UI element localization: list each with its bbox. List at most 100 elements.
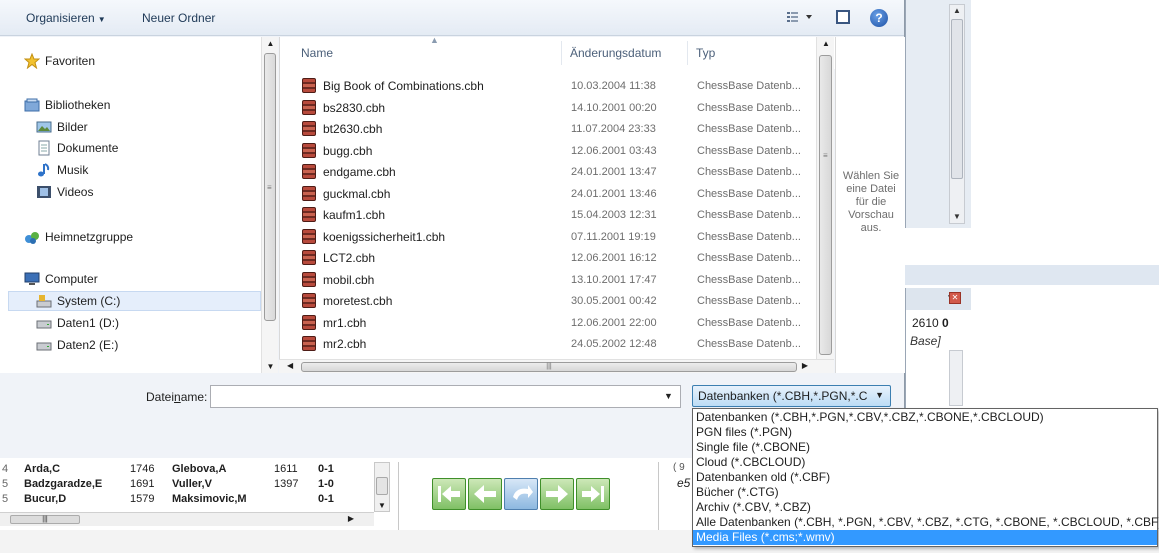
file-row[interactable]: bs2830.cbh 14.10.2001 00:20 ChessBase Date… (280, 97, 820, 119)
system-drive-icon (36, 293, 52, 309)
file-row[interactable]: mr1.cbh 12.06.2001 22:00 ChessBase Datenb.… (280, 312, 820, 334)
table-row[interactable]: 4 Arda,C 1746 Glebova,A 1611 0-1 (0, 463, 370, 478)
table-row[interactable]: 5 Bucur,D 1579 Maksimovic,M 0-1 (0, 493, 370, 508)
scroll-thumb[interactable] (376, 477, 388, 495)
next-move-button[interactable] (540, 478, 574, 510)
nav-item-music[interactable]: Musik (36, 160, 88, 180)
nav-item-pictures[interactable]: Bilder (36, 117, 88, 137)
file-row[interactable]: LCT2.cbh 12.06.2001 16:12 ChessBase Datenb… (280, 247, 820, 269)
file-row[interactable]: mobil.cbh 13.10.2001 17:47 ChessBase Daten… (280, 269, 820, 291)
file-row[interactable]: bt2630.cbh 11.07.2004 23:33 ChessBase Date… (280, 118, 820, 140)
new-folder-button[interactable]: Neuer Ordner (142, 11, 215, 25)
subwindow-scrollbar[interactable] (949, 350, 963, 406)
previous-move-button[interactable] (468, 478, 502, 510)
file-type-option[interactable]: Cloud (*.CBCLOUD) (693, 455, 1157, 470)
chessbase-file-icon (302, 336, 316, 351)
subwindow-close-icon[interactable]: ✕ (949, 292, 961, 304)
undo-move-button[interactable] (504, 478, 538, 510)
nav-item-libraries[interactable]: Bibliotheken (24, 95, 110, 115)
filename-history-dropdown-icon[interactable]: ▼ (664, 391, 673, 401)
file-type-option[interactable]: Datenbanken (*.CBH,*.PGN,*.CBV,*.CBZ,*.C… (693, 410, 1157, 425)
file-row[interactable]: Big Book of Combinations.cbh 10.03.2004 1… (280, 75, 820, 97)
scroll-left-icon[interactable]: ◀ (287, 361, 293, 370)
column-divider[interactable] (561, 41, 562, 65)
file-type-option[interactable]: Bücher (*.CTG) (693, 485, 1157, 500)
scroll-thumb[interactable] (819, 55, 832, 355)
file-row[interactable]: kaufm1.cbh 15.04.2003 12:31 ChessBase Date… (280, 204, 820, 226)
file-type-option[interactable]: Alle Datenbanken (*.CBH, *.PGN, *.CBV, *… (693, 515, 1159, 530)
preview-pane-button[interactable] (836, 10, 850, 24)
file-type-select[interactable]: Datenbanken (*.CBH,*.PGN,*.C ▼ (692, 385, 891, 407)
column-date-header[interactable]: Änderungsdatum (570, 46, 661, 60)
scroll-thumb[interactable] (951, 19, 963, 179)
chessbase-file-icon (302, 271, 316, 287)
scroll-right-icon[interactable]: ▶ (348, 514, 354, 523)
nav-item-drive-e[interactable]: Daten2 (E:) (36, 335, 118, 355)
file-date: 11.07.2004 23:33 (571, 123, 656, 135)
column-divider[interactable] (687, 41, 688, 65)
file-row[interactable]: moretest.cbh 30.05.2001 00:42 ChessBase Da… (280, 290, 820, 312)
background-tab-strip (905, 265, 1159, 285)
nav-item-drive-c[interactable]: System (C:) (8, 291, 261, 311)
nav-label: Videos (57, 185, 94, 199)
filename-input[interactable] (210, 385, 681, 408)
scroll-thumb[interactable]: ||| (10, 515, 80, 524)
views-button[interactable] (786, 10, 818, 26)
chessbase-file-icon (302, 207, 316, 222)
file-open-dialog: Organisieren ▼ Neuer Ordner ? Favoriten B… (0, 0, 905, 458)
scroll-up-icon[interactable]: ▲ (817, 39, 835, 48)
file-type-option[interactable]: PGN files (*.PGN) (693, 425, 1157, 440)
white-player: Arda,C (24, 463, 61, 475)
organize-label: Organisieren (26, 11, 95, 25)
file-row[interactable]: koenigssicherheit1.cbh 07.11.2001 19:19 Ch… (280, 226, 820, 248)
nav-label: Dokumente (57, 141, 119, 155)
file-type-option[interactable]: Single file (*.CBONE) (693, 440, 1157, 455)
background-scrollbar[interactable]: ▲ ▼ (949, 4, 965, 224)
navigation-pane: Favoriten Bibliotheken Bilder Dokumente … (0, 37, 278, 373)
scroll-up-icon[interactable]: ▲ (262, 39, 279, 48)
organize-button[interactable]: Organisieren ▼ (26, 11, 106, 25)
file-row[interactable]: guckmal.cbh 24.01.2001 13:46 ChessBase Dat… (280, 183, 820, 205)
games-horizontal-scrollbar[interactable]: ||| ▶ (0, 512, 374, 526)
column-type-header[interactable]: Typ (696, 46, 715, 60)
file-list-horizontal-scrollbar[interactable]: ◀ ||| ▶ (279, 359, 834, 373)
last-move-button[interactable] (576, 478, 610, 510)
file-type-option[interactable]: Archiv (*.CBV, *.CBZ) (693, 500, 1157, 515)
file-type: ChessBase Datenb... (697, 123, 801, 135)
dialog-toolbar: Organisieren ▼ Neuer Ordner ? (0, 0, 904, 36)
scroll-down-icon[interactable]: ▼ (950, 211, 964, 223)
help-icon[interactable]: ? (870, 9, 888, 27)
first-move-button[interactable] (432, 478, 466, 510)
chessbase-file-icon (302, 293, 316, 308)
scroll-right-icon[interactable]: ▶ (802, 361, 808, 370)
file-name: mobil.cbh (323, 272, 375, 287)
black-player: Vuller,V (172, 478, 212, 490)
file-type-option[interactable]: Media Files (*.cms;*.wmv) (693, 530, 1157, 545)
scroll-down-icon[interactable]: ▼ (375, 501, 389, 510)
navigation-scrollbar[interactable]: ▲ ≡ ▼ (261, 37, 278, 373)
scroll-down-icon[interactable]: ▼ (262, 362, 279, 371)
chevron-down-icon: ▼ (875, 390, 884, 400)
file-type: ChessBase Datenb... (697, 252, 801, 264)
nav-item-drive-d[interactable]: Daten1 (D:) (36, 313, 119, 333)
nav-item-computer[interactable]: Computer (24, 269, 98, 289)
nav-label: System (C:) (57, 294, 121, 308)
scroll-thumb[interactable]: ||| (301, 362, 797, 372)
file-row[interactable]: endgame.cbh 24.01.2001 13:47 ChessBase Dat… (280, 161, 820, 183)
file-row[interactable]: mr2.cbh 24.05.2002 12:48 ChessBase Datenb.… (280, 333, 820, 355)
file-row[interactable]: bugg.cbh 12.06.2001 03:43 ChessBase Datenb… (280, 140, 820, 162)
table-row[interactable]: 5 Badzgaradze,E 1691 Vuller,V 1397 1-0 (0, 478, 370, 493)
nav-item-videos[interactable]: Videos (36, 182, 93, 202)
nav-item-documents[interactable]: Dokumente (36, 138, 118, 158)
file-list-scrollbar[interactable]: ▲ ≡ (816, 37, 834, 359)
nav-item-favorites[interactable]: Favoriten (23, 51, 95, 71)
column-name-header[interactable]: Name (301, 46, 333, 60)
file-type-option[interactable]: Datenbanken old (*.CBF) (693, 470, 1157, 485)
file-date: 12.06.2001 03:43 (571, 144, 657, 157)
nav-item-homegroup[interactable]: Heimnetzgruppe (24, 227, 133, 247)
scroll-up-icon[interactable]: ▲ (950, 5, 964, 17)
database-label: Base] (910, 334, 941, 348)
games-vertical-scrollbar[interactable]: ▼ (374, 462, 390, 512)
music-icon (36, 162, 52, 178)
preview-pane: Wählen Sie eine Datei für die Vorschau a… (835, 37, 905, 373)
